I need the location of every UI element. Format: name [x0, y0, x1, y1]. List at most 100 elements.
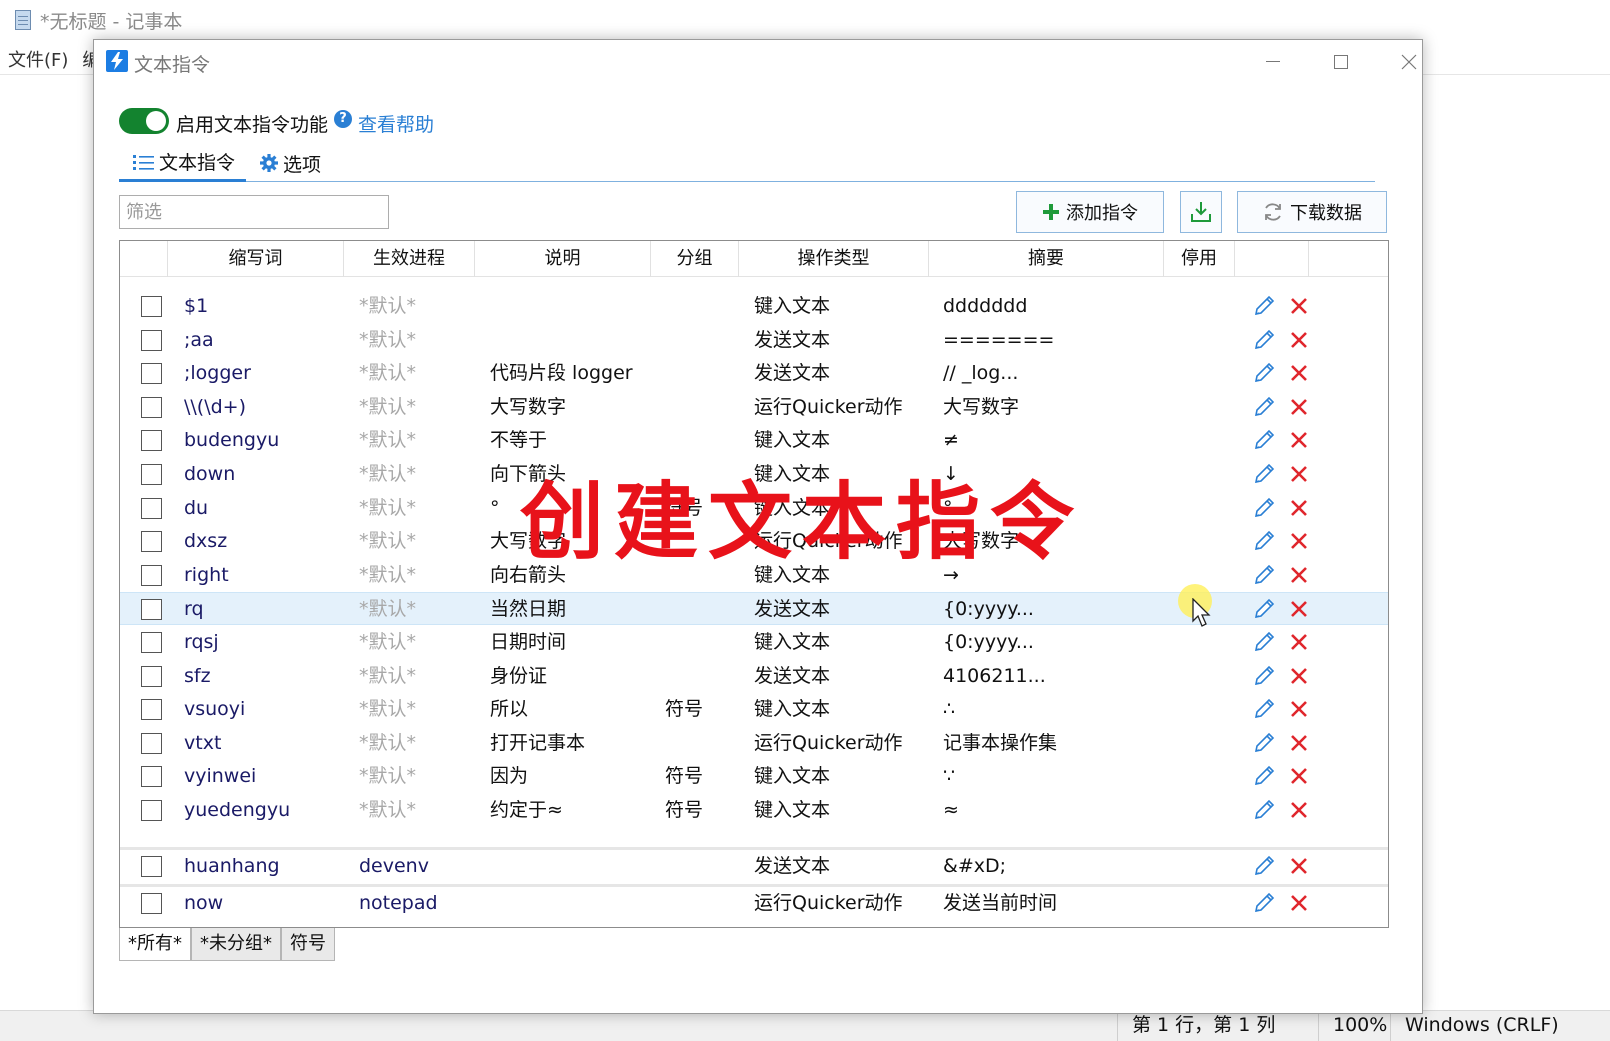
edit-pencil-icon[interactable] [1253, 329, 1275, 351]
delete-x-icon[interactable] [1288, 598, 1310, 620]
enable-toggle-label: 启用文本指令功能 [176, 114, 329, 136]
group-cell: 符号 [665, 698, 704, 721]
minimize-button[interactable] [1240, 40, 1306, 84]
tab-options[interactable]: 选项 [259, 144, 321, 182]
edit-pencil-icon[interactable] [1253, 530, 1275, 552]
menu-file[interactable]: 文件(F) [8, 46, 68, 72]
col-abbr[interactable]: 缩写词 [168, 241, 344, 277]
edit-pencil-icon[interactable] [1253, 598, 1275, 620]
delete-x-icon[interactable] [1288, 463, 1310, 485]
edit-pencil-icon[interactable] [1253, 855, 1275, 877]
delete-x-icon[interactable] [1288, 799, 1310, 821]
row-checkbox[interactable] [141, 766, 162, 788]
delete-x-icon[interactable] [1288, 765, 1310, 787]
table-row[interactable]: vsuoyi *默认* 所以 符号 键入文本 ∴ [120, 693, 1388, 726]
help-link[interactable]: 查看帮助 [358, 110, 434, 137]
row-checkbox[interactable] [141, 430, 162, 452]
col-disabled[interactable]: 停用 [1164, 241, 1235, 277]
add-command-button[interactable]: 添加指令 [1016, 191, 1164, 233]
delete-x-icon[interactable] [1288, 429, 1310, 451]
row-checkbox[interactable] [141, 329, 162, 351]
table-row[interactable]: \\(\d+) *默认* 大写数字 运行Quicker动作 大写数字 [120, 391, 1388, 424]
edit-pencil-icon[interactable] [1253, 698, 1275, 720]
edit-pencil-icon[interactable] [1253, 665, 1275, 687]
import-button[interactable] [1180, 191, 1222, 233]
row-checkbox[interactable] [141, 564, 162, 586]
edit-pencil-icon[interactable] [1253, 732, 1275, 754]
edit-pencil-icon[interactable] [1253, 396, 1275, 418]
edit-pencil-icon[interactable] [1253, 295, 1275, 317]
table-row[interactable]: budengyu *默认* 不等于 键入文本 ≠ [120, 424, 1388, 457]
delete-x-icon[interactable] [1288, 396, 1310, 418]
row-checkbox[interactable] [141, 732, 162, 754]
maximize-button[interactable] [1308, 40, 1374, 84]
row-checkbox[interactable] [141, 893, 162, 914]
row-checkbox[interactable] [141, 296, 162, 317]
row-checkbox[interactable] [141, 363, 162, 385]
delete-x-icon[interactable] [1288, 530, 1310, 552]
delete-x-icon[interactable] [1288, 855, 1310, 877]
table-row[interactable]: sfz *默认* 身份证 发送文本 4106211... [120, 660, 1388, 693]
group-tab[interactable]: *未分组* [191, 928, 281, 961]
tab-text-commands[interactable]: 文本指令 [119, 144, 246, 182]
table-row[interactable]: huanhang devenv 发送文本 &#xD; [120, 850, 1388, 883]
row-checkbox[interactable] [141, 396, 162, 418]
col-group[interactable]: 分组 [651, 241, 739, 277]
edit-pencil-icon[interactable] [1253, 892, 1275, 914]
table-row[interactable]: $1 *默认* 键入文本 ddddddd [120, 290, 1388, 323]
action-type-cell: 键入文本 [754, 295, 831, 317]
row-checkbox[interactable] [141, 497, 162, 519]
col-summary[interactable]: 摘要 [929, 241, 1164, 277]
group-tab[interactable]: *所有* [119, 928, 191, 961]
edit-pencil-icon[interactable] [1253, 463, 1275, 485]
delete-x-icon[interactable] [1288, 631, 1310, 653]
help-icon[interactable]: ? [334, 110, 352, 128]
row-checkbox[interactable] [141, 632, 162, 653]
edit-pencil-icon[interactable] [1253, 497, 1275, 519]
edit-pencil-icon[interactable] [1253, 564, 1275, 586]
row-checkbox[interactable] [141, 800, 162, 821]
delete-x-icon[interactable] [1288, 497, 1310, 519]
row-checkbox[interactable] [141, 599, 162, 621]
edit-pencil-icon[interactable] [1253, 429, 1275, 451]
edit-pencil-icon[interactable] [1253, 631, 1275, 653]
edit-pencil-icon[interactable] [1253, 799, 1275, 821]
col-description[interactable]: 说明 [475, 241, 651, 277]
download-data-button[interactable]: 下载数据 [1237, 191, 1387, 233]
table-row[interactable]: vyinwei *默认* 因为 符号 键入文本 ∵ [120, 760, 1388, 793]
edit-pencil-icon[interactable] [1253, 765, 1275, 787]
group-tab[interactable]: 符号 [281, 928, 335, 961]
delete-x-icon[interactable] [1288, 732, 1310, 754]
delete-x-icon[interactable] [1288, 892, 1310, 914]
delete-x-icon[interactable] [1288, 362, 1310, 384]
row-checkbox[interactable] [141, 699, 162, 721]
table-row[interactable]: now notepad 运行Quicker动作 发送当前时间 [120, 887, 1388, 920]
description-cell: 代码片段 logger [490, 362, 633, 385]
col-process[interactable]: 生效进程 [344, 241, 475, 277]
process-cell: *默认* [359, 598, 417, 621]
filter-input[interactable] [119, 195, 389, 229]
action-type-cell: 键入文本 [754, 765, 831, 788]
delete-x-icon[interactable] [1288, 564, 1310, 586]
enable-toggle[interactable] [119, 108, 169, 134]
table-row[interactable]: vtxt *默认* 打开记事本 运行Quicker动作 记事本操作集 [120, 727, 1388, 760]
edit-pencil-icon[interactable] [1253, 362, 1275, 384]
dialog-titlebar[interactable]: 文本指令 [94, 40, 1422, 84]
table-row[interactable]: ;logger *默认* 代码片段 logger 发送文本 // _log... [120, 357, 1388, 390]
delete-x-icon[interactable] [1288, 698, 1310, 720]
delete-x-icon[interactable] [1288, 665, 1310, 687]
minimize-icon [1266, 61, 1280, 62]
close-button[interactable] [1376, 40, 1442, 84]
table-row[interactable]: ;aa *默认* 发送文本 ======= [120, 324, 1388, 357]
row-checkbox[interactable] [141, 464, 162, 485]
row-checkbox[interactable] [141, 531, 162, 553]
action-type-cell: 发送文本 [754, 362, 831, 385]
table-row[interactable]: yuedengyu *默认* 约定于≈ 符号 键入文本 ≈ [120, 794, 1388, 827]
row-checkbox[interactable] [141, 856, 162, 877]
col-action-type[interactable]: 操作类型 [739, 241, 929, 277]
delete-x-icon[interactable] [1288, 295, 1310, 317]
delete-x-icon[interactable] [1288, 329, 1310, 351]
table-row[interactable]: rqsj *默认* 日期时间 键入文本 {0:yyyy... [120, 626, 1388, 659]
row-checkbox[interactable] [141, 665, 162, 687]
group-tabs: *所有* *未分组* 符号 [119, 928, 335, 962]
